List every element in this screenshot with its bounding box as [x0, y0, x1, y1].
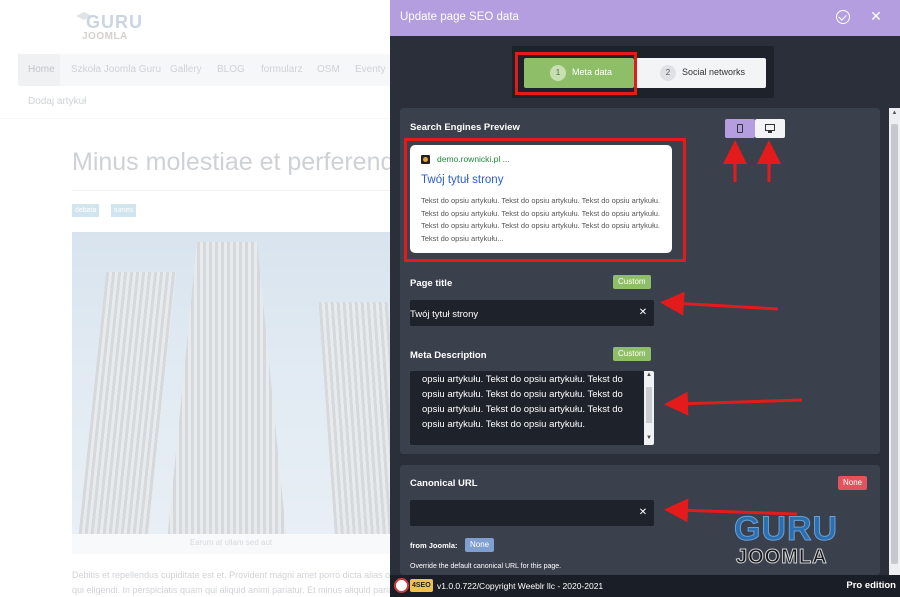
- canonical-status-badge: None: [838, 476, 868, 490]
- mobile-preview-button[interactable]: [725, 119, 755, 138]
- textarea-scroll-thumb[interactable]: [646, 387, 652, 423]
- meta-description-value: opsiu artykułu. Tekst do opsiu artykułu.…: [422, 374, 623, 430]
- panel-header: Update page SEO data ✕: [390, 0, 900, 36]
- step-number: 2: [660, 65, 676, 81]
- step-social-networks[interactable]: 2 Social networks: [636, 58, 766, 88]
- meta-description-textarea[interactable]: opsiu artykułu. Tekst do opsiu artykułu.…: [410, 371, 654, 445]
- overlay-dim: [0, 0, 390, 597]
- 4seo-logo-icon: [394, 578, 409, 593]
- footer-version: v1.0.0.722/Copyright Weeblr llc - 2020-2…: [437, 581, 604, 591]
- close-icon[interactable]: ✕: [868, 8, 884, 24]
- clear-icon[interactable]: ✕: [637, 307, 649, 318]
- meta-description-label: Meta Description: [410, 350, 487, 361]
- 4seo-logo: 4SEO: [394, 578, 433, 593]
- desktop-preview-button[interactable]: [755, 119, 785, 138]
- from-joomla-badge: None: [465, 538, 495, 552]
- panel-scroll-thumb[interactable]: [891, 124, 898, 564]
- mobile-icon: [737, 124, 743, 133]
- page-title-value: Twój tytuł strony: [410, 309, 479, 320]
- background-website: GURU JOOMLA Home Szkoła Joomla Guru Gall…: [0, 0, 390, 597]
- watermark-bottom: JOOMLA: [736, 546, 828, 569]
- watermark-top: GURU: [733, 510, 839, 549]
- from-joomla-label: from Joomla:: [410, 541, 458, 550]
- panel-footer: 4SEO v1.0.0.722/Copyright Weeblr llc - 2…: [390, 575, 900, 597]
- annotation-box-serp: [404, 138, 686, 262]
- panel-title: Update page SEO data: [400, 11, 519, 23]
- scroll-up-icon[interactable]: ▲: [645, 372, 653, 378]
- page-title-input[interactable]: Twój tytuł strony ✕: [410, 300, 654, 326]
- canonical-url-label: Canonical URL: [410, 478, 478, 489]
- canonical-help-text: Override the default canonical URL for t…: [410, 563, 562, 570]
- clear-icon[interactable]: ✕: [637, 507, 649, 518]
- footer-edition: Pro edition: [846, 580, 896, 591]
- 4seo-logo-word: 4SEO: [410, 579, 433, 592]
- serp-preview-label: Search Engines Preview: [410, 122, 520, 133]
- scroll-up-icon[interactable]: ▲: [890, 110, 899, 120]
- annotation-box-steps: [515, 52, 637, 95]
- seo-panel: Update page SEO data ✕ 1 Meta data 2 Soc…: [390, 0, 900, 597]
- guru-joomla-watermark: GURU JOOMLA: [733, 510, 852, 570]
- canonical-url-input[interactable]: ✕: [410, 500, 654, 526]
- scroll-down-icon[interactable]: ▼: [645, 435, 653, 441]
- save-check-icon[interactable]: [836, 10, 850, 24]
- page-title-status-badge: Custom: [613, 275, 651, 289]
- meta-description-status-badge: Custom: [613, 347, 651, 361]
- step-label: Social networks: [682, 67, 746, 77]
- desktop-icon: [765, 124, 775, 133]
- page-title-label: Page title: [410, 278, 453, 289]
